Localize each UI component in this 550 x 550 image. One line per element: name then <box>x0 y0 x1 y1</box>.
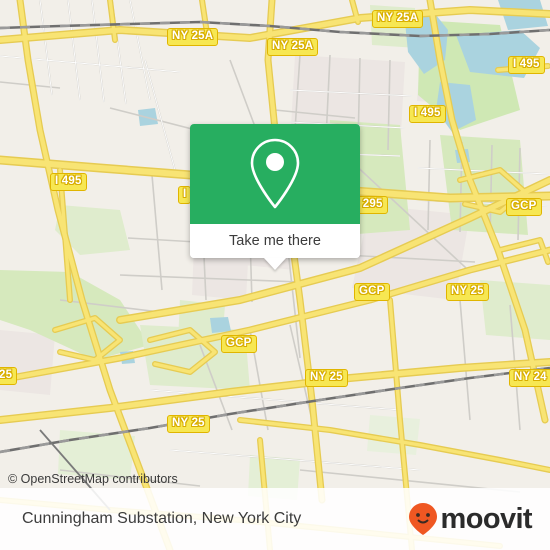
map-screenshot: NY 25A NY 25A NY 25A I 495 I 495 I 495 I I 295 G… <box>0 0 550 550</box>
map-vector-layer <box>0 0 550 550</box>
popup-header <box>190 124 360 224</box>
road-shield-ny-25a: NY 25A <box>372 10 424 28</box>
road-shield-gcp: GCP <box>221 335 257 353</box>
take-me-there-label: Take me there <box>229 233 321 249</box>
road-shield-gcp: GCP <box>354 283 390 301</box>
osm-attribution[interactable]: © OpenStreetMap contributors <box>8 472 178 486</box>
road-shield-ny-25a: NY 25A <box>167 28 219 46</box>
location-title: Cunningham Substation, New York City <box>22 510 302 527</box>
map-pin-icon <box>246 136 304 212</box>
moovit-pin-icon <box>408 502 438 536</box>
footer-bar: Cunningham Substation, New York City moo… <box>0 488 550 550</box>
road-shield-i-495: I 495 <box>508 56 545 74</box>
map-canvas[interactable] <box>0 0 550 550</box>
popup-tail-arrow <box>264 258 286 270</box>
road-shield-25: 25 <box>0 367 18 385</box>
moovit-wordmark: moovit <box>440 502 533 535</box>
location-popup[interactable]: Take me there <box>190 124 360 270</box>
road-shield-ny-25: NY 25 <box>305 369 348 387</box>
road-shield-ny-25: NY 25 <box>446 283 489 301</box>
road-shield-i-495: I 495 <box>50 173 87 191</box>
moovit-logo[interactable]: moovit <box>408 502 533 536</box>
road-shield-ny-25a: NY 25A <box>267 38 319 56</box>
road-shield-ny-25: NY 25 <box>167 415 210 433</box>
road-shield-ny-24: NY 24 <box>509 369 550 387</box>
popup-footer[interactable]: Take me there <box>190 224 360 270</box>
road-shield-gcp: GCP <box>506 198 542 216</box>
road-shield-i-495: I 495 <box>409 105 446 123</box>
